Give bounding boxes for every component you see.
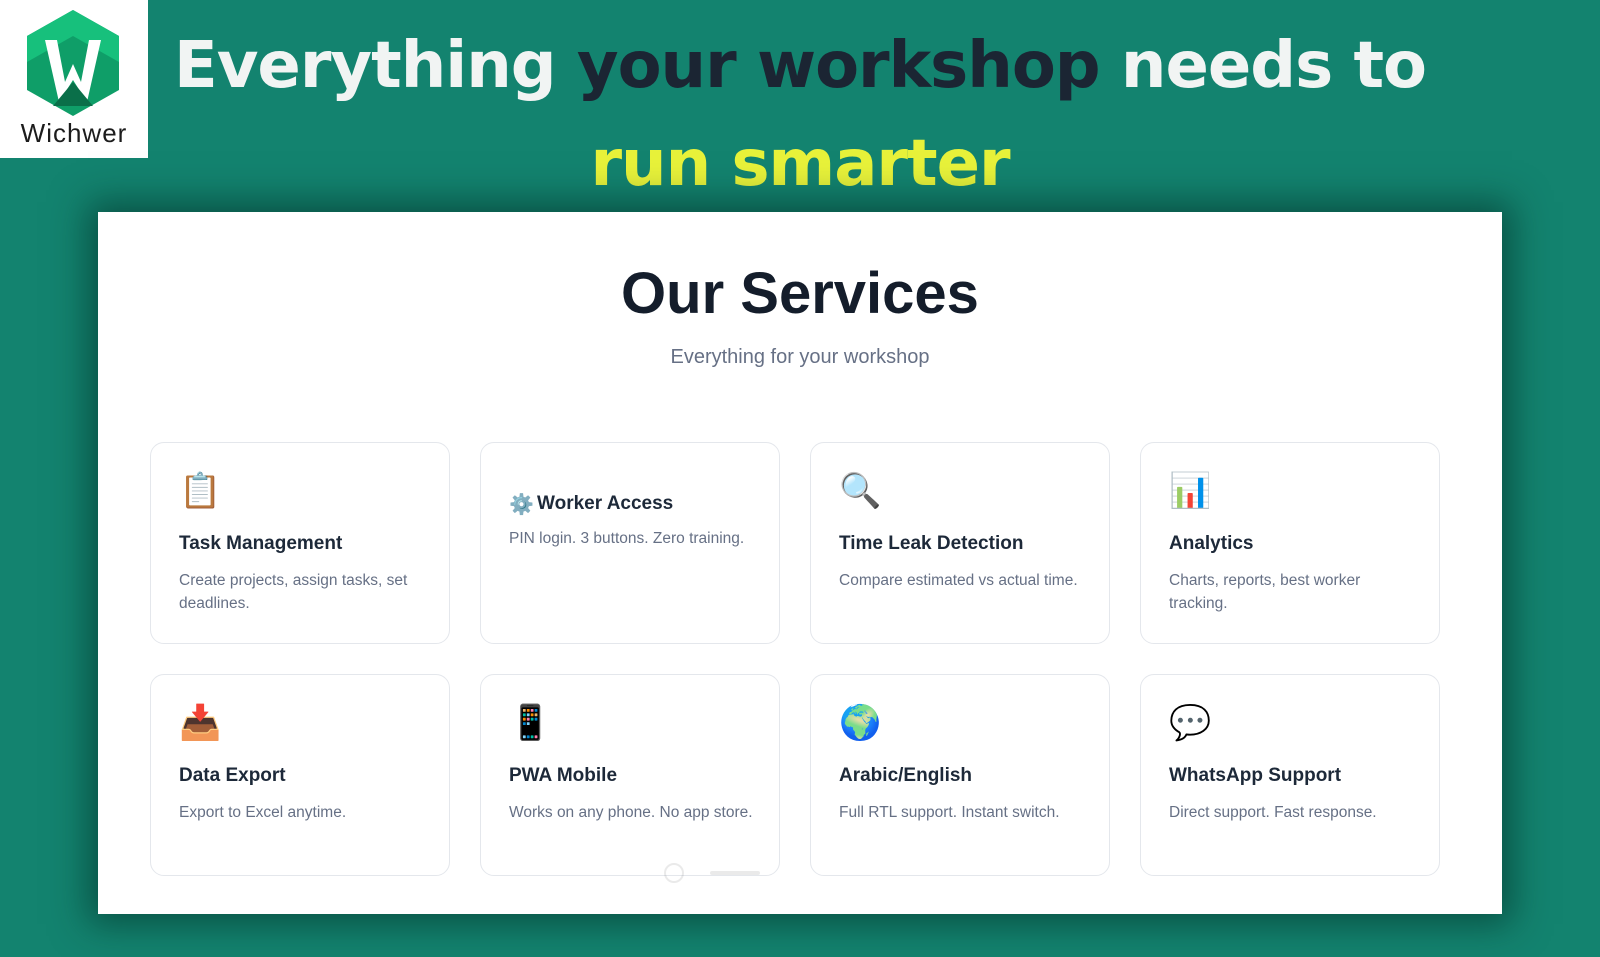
service-card-whatsapp-support[interactable]: 💬 WhatsApp Support Direct support. Fast … (1140, 674, 1440, 876)
card-description: PIN login. 3 buttons. Zero training. (509, 530, 745, 547)
service-card-worker-access[interactable]: ⚙️ Worker Access PIN login. 3 buttons. Z… (480, 442, 780, 644)
bar-chart-icon: 📊 (1169, 471, 1212, 511)
globe-icon: 🌍 (839, 703, 882, 743)
page-subtitle: Everything for your workshop (670, 346, 930, 368)
card-description: Compare estimated vs actual time. (839, 572, 1078, 589)
headline: Everything your workshop needs to (150, 30, 1450, 102)
service-card-task-management[interactable]: 📋 Task Management Create projects, assig… (150, 442, 450, 644)
card-title: Time Leak Detection (839, 533, 1024, 554)
magnifier-icon: 🔍 (839, 471, 882, 511)
mobile-phone-icon: 📱 (509, 703, 552, 743)
clipboard-icon: 📋 (179, 471, 222, 511)
service-card-arabic-english[interactable]: 🌍 Arabic/English Full RTL support. Insta… (810, 674, 1110, 876)
service-card-time-leak-detection[interactable]: 🔍 Time Leak Detection Compare estimated … (810, 442, 1110, 644)
logo-box: Wichwer (0, 0, 148, 158)
faint-watermark-icon (664, 863, 760, 883)
card-title: Task Management (179, 533, 343, 554)
card-description: Charts, reports, best worker tracking. (1169, 572, 1361, 612)
card-title: WhatsApp Support (1169, 765, 1342, 786)
inbox-tray-icon: 📥 (179, 703, 222, 743)
card-title: Data Export (179, 765, 286, 786)
gear-icon: ⚙️ (509, 492, 534, 516)
card-title: Analytics (1169, 533, 1254, 554)
card-title: PWA Mobile (509, 765, 618, 786)
card-description: Create projects, assign tasks, set deadl… (179, 572, 408, 612)
card-title: Worker Access (537, 493, 674, 514)
headline-part3: needs to (1099, 29, 1427, 103)
card-title: Arabic/English (839, 765, 973, 786)
service-card-analytics[interactable]: 📊 Analytics Charts, reports, best worker… (1140, 442, 1440, 644)
headline-line2: run smarter (590, 127, 1010, 201)
card-description: Direct support. Fast response. (1169, 804, 1377, 821)
headline-part2: your workshop (576, 29, 1101, 103)
speech-bubble-icon: 💬 (1169, 703, 1212, 743)
card-description: Full RTL support. Instant switch. (839, 804, 1060, 821)
wichwer-logo-icon (27, 10, 119, 116)
headline-part1: Everything (173, 29, 577, 103)
service-card-pwa-mobile[interactable]: 📱 PWA Mobile Works on any phone. No app … (480, 674, 780, 876)
service-card-data-export[interactable]: 📥 Data Export Export to Excel anytime. (150, 674, 450, 876)
services-panel: Our Services Everything for your worksho… (98, 212, 1502, 914)
page-title: Our Services (621, 261, 979, 326)
card-description: Export to Excel anytime. (179, 804, 347, 821)
brand-name: Wichwer (20, 118, 128, 148)
card-description: Works on any phone. No app store. (509, 804, 753, 821)
